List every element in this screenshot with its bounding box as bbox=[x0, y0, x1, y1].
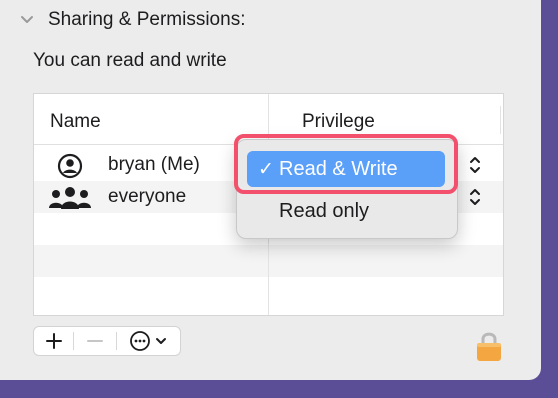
person-circle-icon bbox=[48, 153, 92, 179]
column-header-privilege[interactable]: Privilege bbox=[302, 111, 375, 133]
group-icon bbox=[48, 186, 92, 210]
column-divider bbox=[500, 106, 501, 134]
minus-icon bbox=[87, 340, 104, 342]
user-name: everyone bbox=[108, 186, 187, 207]
user-name: bryan (Me) bbox=[108, 154, 200, 175]
menu-item-read-write[interactable]: ✓ Read & Write bbox=[247, 151, 445, 187]
chevron-down-icon[interactable] bbox=[18, 11, 36, 29]
chevron-down-icon bbox=[156, 338, 167, 344]
privilege-dropdown-menu: ✓ Read & Write Read only bbox=[236, 139, 458, 239]
remove-user-button[interactable] bbox=[74, 327, 115, 355]
section-title: Sharing & Permissions: bbox=[48, 9, 246, 30]
lock-icon[interactable] bbox=[476, 330, 502, 362]
menu-item-read-only[interactable]: Read only bbox=[247, 193, 445, 229]
sharing-permissions-panel: Sharing & Permissions: You can read and … bbox=[0, 0, 541, 380]
more-actions-button[interactable] bbox=[117, 327, 180, 355]
menu-item-label: Read only bbox=[279, 199, 370, 222]
ellipsis-circle-icon bbox=[130, 331, 151, 351]
stepper-icon[interactable] bbox=[468, 153, 482, 177]
plus-icon bbox=[45, 333, 62, 349]
checkmark-icon: ✓ bbox=[258, 158, 274, 180]
add-user-button[interactable] bbox=[34, 327, 73, 355]
stepper-icon[interactable] bbox=[468, 185, 482, 209]
column-header-name[interactable]: Name bbox=[50, 111, 101, 133]
permission-summary: You can read and write bbox=[33, 50, 227, 71]
section-header[interactable]: Sharing & Permissions: bbox=[18, 6, 245, 34]
permissions-toolbar bbox=[33, 326, 181, 356]
menu-item-label: Read & Write bbox=[279, 157, 398, 180]
